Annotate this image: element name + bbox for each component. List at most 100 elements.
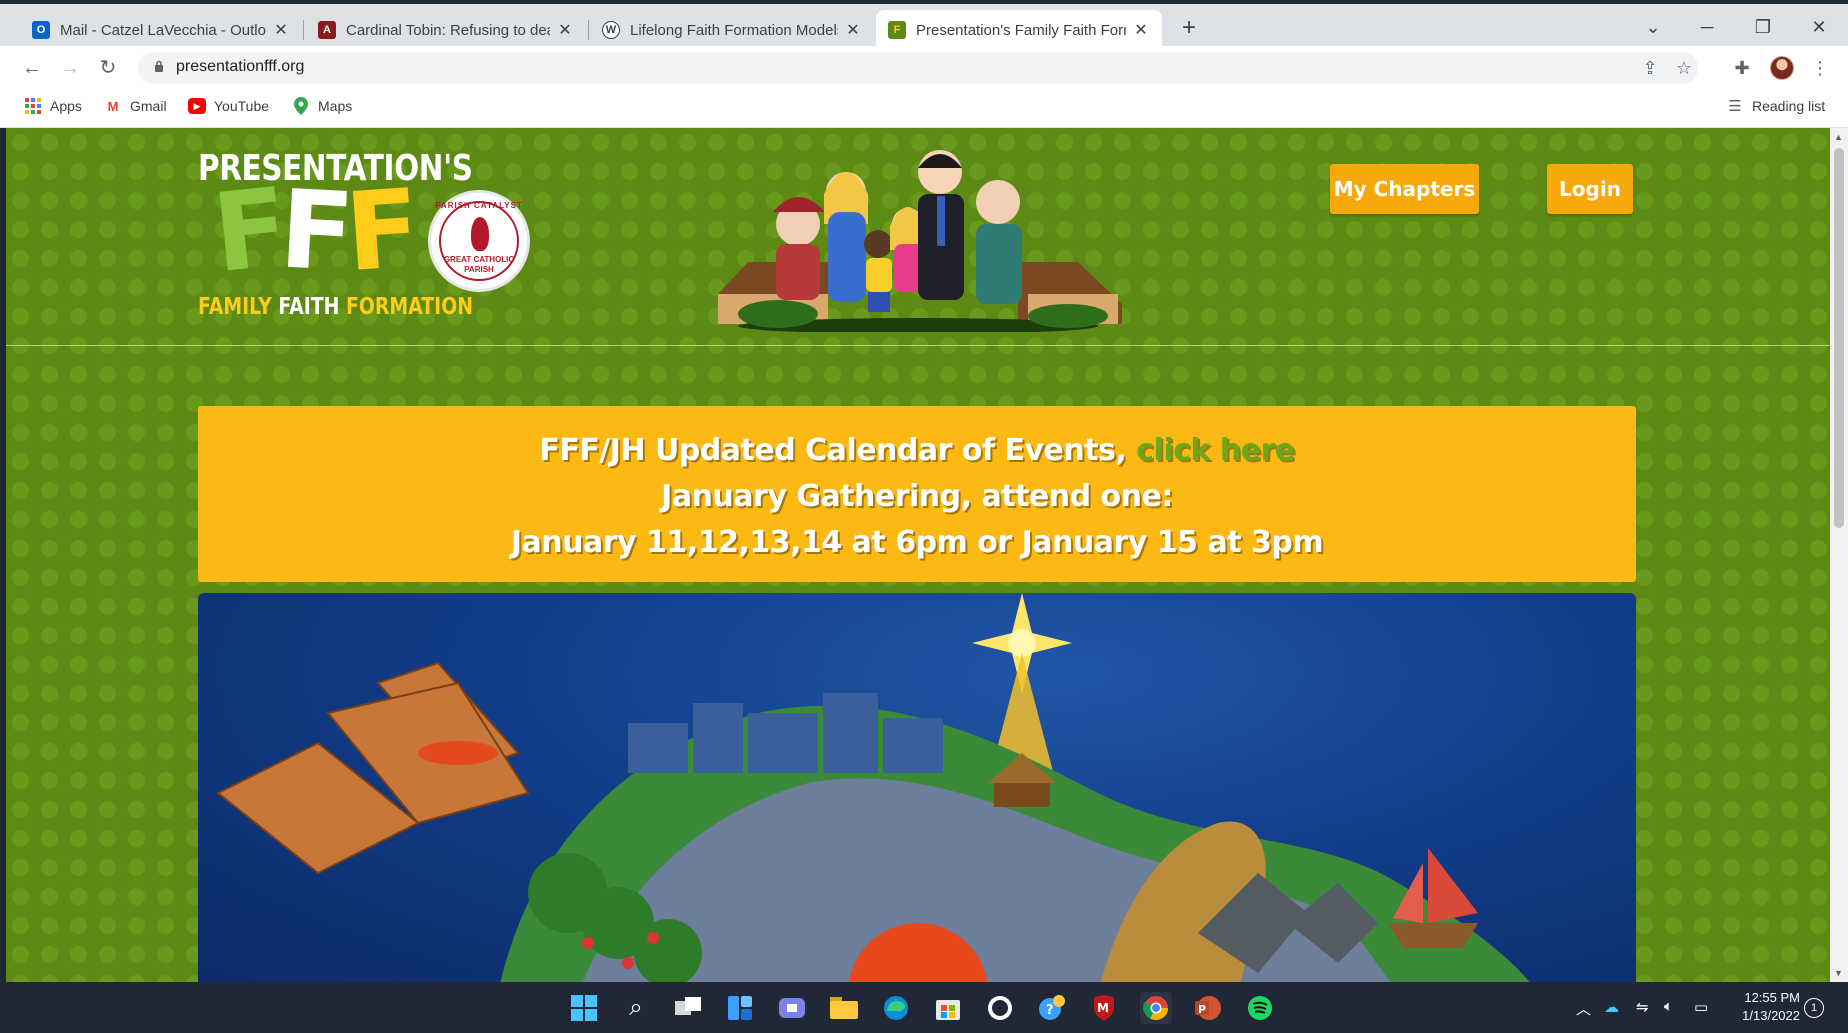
bookmark-gmail[interactable]: M Gmail (104, 98, 167, 114)
logo-sub-formation: FORMATION (345, 294, 474, 320)
tab-lifelong-faith[interactable]: W Lifelong Faith Formation Models ✕ (590, 10, 874, 50)
back-button[interactable]: ← (18, 54, 46, 82)
gmail-icon: M (107, 98, 119, 114)
bookmark-youtube[interactable]: ▶ YouTube (188, 98, 269, 114)
browser-toolbar: ← → ↻ presentationfff.org ⇪ ☆ ✚ ⋮ (0, 46, 1848, 90)
banner-line-3: January 11,12,13,14 at 6pm or January 15… (510, 525, 1324, 560)
spotify-icon[interactable] (1244, 992, 1276, 1024)
lock-icon (155, 60, 163, 72)
close-tab-icon[interactable]: ✕ (1132, 20, 1150, 40)
close-tab-icon[interactable]: ✕ (272, 20, 290, 40)
bookmark-label: Gmail (130, 98, 167, 114)
tab-title: Lifelong Faith Formation Models (630, 21, 838, 39)
bookmark-star-icon[interactable]: ☆ (1672, 58, 1696, 79)
tab-outlook[interactable]: O Mail - Catzel LaVecchia - Outlook ✕ (20, 10, 302, 50)
america-magazine-icon: A (318, 21, 336, 39)
close-tab-icon[interactable]: ✕ (844, 20, 862, 40)
close-window-button[interactable]: ✕ (1792, 10, 1846, 44)
tab-title: Cardinal Tobin: Refusing to deal w (346, 21, 550, 39)
restore-button[interactable]: ❐ (1736, 10, 1790, 44)
powerpoint-icon[interactable]: P (1192, 992, 1224, 1024)
github-icon[interactable] (984, 992, 1016, 1024)
search-icon[interactable]: ⌕ (620, 992, 652, 1024)
logo-fff-letters: FFF (208, 166, 416, 297)
task-view-icon[interactable] (672, 992, 704, 1024)
network-icon[interactable]: ⇋ (1636, 998, 1649, 1016)
tab-title: Mail - Catzel LaVecchia - Outlook (60, 21, 266, 39)
header-divider (6, 345, 1830, 346)
clock-date: 1/13/2022 (1742, 1008, 1800, 1023)
scroll-up-arrow-icon[interactable]: ▲ (1834, 132, 1843, 142)
bookmark-apps[interactable]: Apps (24, 98, 82, 114)
tab-separator (588, 20, 589, 40)
scrollbar-thumb[interactable] (1834, 148, 1844, 528)
onedrive-icon[interactable]: ☁ (1604, 998, 1619, 1016)
profile-avatar[interactable] (1770, 56, 1794, 80)
minimize-button[interactable]: ─ (1680, 10, 1734, 44)
logo-letter-1: F (207, 165, 287, 298)
announcement-banner: FFF/JH Updated Calendar of Events, click… (198, 406, 1636, 582)
scene-artwork (216, 593, 1530, 982)
reading-list-icon: ☰ (1728, 98, 1742, 115)
bookmark-maps[interactable]: Maps (292, 97, 352, 115)
seal-bottom-line-2: PARISH (464, 265, 494, 274)
logo-subtitle: FAMILY FAITH FORMATION (198, 294, 473, 320)
tab-title: Presentation's Family Faith Forma (916, 21, 1126, 39)
edge-icon[interactable] (880, 992, 912, 1024)
wordpress-icon: W (602, 21, 620, 39)
seal-bottom-text: GREAT CATHOLIC PARISH (431, 255, 527, 275)
login-button[interactable]: Login (1547, 164, 1633, 214)
chrome-icon[interactable] (1140, 992, 1172, 1024)
reload-button[interactable]: ↻ (94, 54, 122, 82)
youtube-icon: ▶ (188, 98, 206, 114)
svg-text:P: P (1198, 1003, 1206, 1016)
banner-line-1: FFF/JH Updated Calendar of Events, click… (198, 428, 1636, 474)
scroll-down-arrow-icon[interactable]: ▼ (1834, 968, 1843, 978)
new-tab-button[interactable]: + (1175, 12, 1203, 44)
volume-icon[interactable]: 🔈︎ (1664, 998, 1673, 1015)
share-icon[interactable]: ⇪ (1638, 58, 1662, 79)
nativity-map-illustration[interactable] (198, 593, 1636, 982)
my-chapters-button[interactable]: My Chapters (1330, 164, 1479, 214)
show-hidden-icons-chevron[interactable]: ︿ (1576, 998, 1591, 1019)
tab-search-icon[interactable]: ⌄ (1626, 10, 1680, 44)
bookmark-label: YouTube (214, 98, 270, 114)
url-text: presentationfff.org (176, 58, 305, 75)
system-clock[interactable]: 12:55 PM 1/13/2022 (1720, 989, 1800, 1025)
maps-pin-icon (292, 97, 310, 115)
address-bar[interactable]: presentationfff.org ⇪ ☆ (138, 52, 1698, 84)
logo-sub-faith: FAITH (278, 294, 340, 320)
seal-bottom-line-1: GREAT CATHOLIC (443, 255, 515, 264)
seal-top-text: PARISH CATALYST (435, 201, 523, 210)
windows-start-icon[interactable] (568, 992, 600, 1024)
outlook-icon: O (32, 21, 50, 39)
tab-presentation-fff[interactable]: F Presentation's Family Faith Forma ✕ (876, 10, 1162, 50)
close-tab-icon[interactable]: ✕ (556, 20, 574, 40)
notification-badge[interactable]: 1 (1804, 998, 1824, 1018)
logo-letter-3: F (341, 166, 416, 297)
parish-catalyst-seal: PARISH CATALYST GREAT CATHOLIC PARISH (428, 190, 530, 292)
bookmarks-bar: Apps M Gmail ▶ YouTube Maps ☰ Reading li… (0, 90, 1848, 128)
page-scrollbar[interactable]: ▲ ▼ (1830, 128, 1848, 982)
calendar-click-here-link[interactable]: click here (1136, 433, 1295, 468)
flame-icon (471, 217, 489, 251)
tips-icon[interactable]: ? (1036, 992, 1068, 1024)
windows-taskbar: ⌕ ? M P ︿ ☁ ⇋ 🔈︎ ▭ 12:55 PM 1/13/2022 1 (0, 982, 1848, 1033)
reading-list-button[interactable]: ☰ Reading list (1726, 98, 1826, 115)
teams-chat-icon[interactable] (776, 992, 808, 1024)
file-explorer-icon[interactable] (828, 992, 860, 1024)
battery-icon[interactable]: ▭ (1694, 998, 1708, 1016)
forward-button[interactable]: → (56, 54, 84, 82)
mcafee-icon[interactable]: M (1088, 992, 1120, 1024)
extensions-icon[interactable]: ✚ (1730, 58, 1754, 79)
store-icon[interactable] (932, 992, 964, 1024)
logo-sub-family: FAMILY (198, 294, 272, 320)
reading-list-label: Reading list (1752, 98, 1826, 114)
tab-separator (303, 20, 304, 40)
tab-cardinal-tobin[interactable]: A Cardinal Tobin: Refusing to deal w ✕ (306, 10, 586, 50)
widgets-icon[interactable] (724, 992, 756, 1024)
bookmark-label: Apps (50, 98, 82, 114)
menu-kebab-icon[interactable]: ⋮ (1808, 58, 1832, 79)
svg-text:?: ? (1046, 1003, 1054, 1018)
clock-time: 12:55 PM (1744, 990, 1800, 1005)
